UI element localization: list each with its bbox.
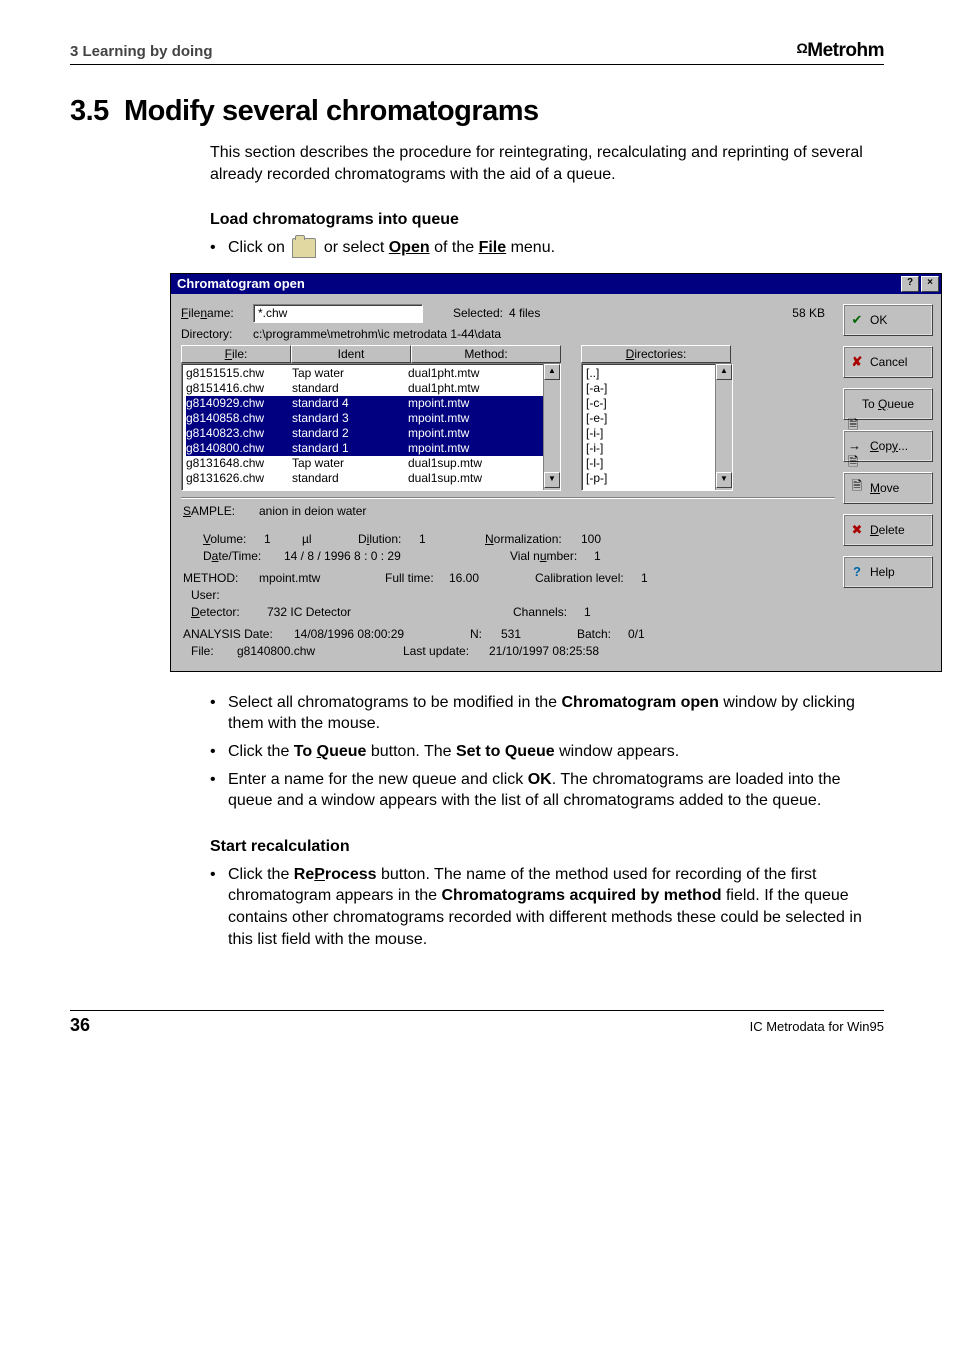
open-folder-icon	[292, 238, 316, 258]
help-button[interactable]: ?Help	[843, 556, 933, 588]
dirs-scrollbar[interactable]: ▲▼	[715, 364, 732, 490]
section-heading: 3.5 Modify several chromatograms	[70, 95, 884, 128]
file-label: File:	[191, 644, 231, 658]
intro-paragraph: This section describes the procedure for…	[210, 142, 884, 185]
delete-icon: ✖	[848, 522, 866, 538]
filename-input[interactable]: *.chw	[253, 304, 423, 323]
close-titlebar-button[interactable]: ×	[921, 276, 939, 292]
help-titlebar-button[interactable]: ?	[901, 276, 919, 292]
selected-value: 4 files	[509, 306, 579, 320]
bullet-3: • Click the To Queue button. The Set to …	[210, 741, 884, 763]
directory-value: c:\programme\metrohm\ic metrodata 1-44\d…	[253, 327, 501, 341]
col-dirs-header[interactable]: Directories:	[581, 345, 731, 363]
col-ident-header[interactable]: Ident	[291, 345, 411, 363]
subheading-load: Load chromatograms into queue	[210, 211, 884, 229]
n-label: N:	[470, 627, 495, 641]
dialog-chromatogram-open: Chromatogram open ? × Filename: *.chw Se…	[170, 273, 942, 672]
sample-label: SAMPLE:	[183, 504, 253, 518]
volume-label: Volume:	[203, 532, 258, 546]
file-scrollbar[interactable]: ▲▼	[543, 364, 560, 490]
x-icon: ✘	[848, 354, 866, 370]
detector-label: Detector:	[191, 605, 261, 619]
datetime-label: Date/Time:	[203, 549, 278, 563]
col-method-header[interactable]: Method:	[411, 345, 561, 363]
bullet-5: • Click the ReProcess button. The name o…	[210, 864, 884, 950]
subheading-start: Start recalculation	[210, 838, 884, 856]
vial-label: Vial number:	[510, 549, 588, 563]
size-value: 58 KB	[579, 306, 835, 320]
user-label: User:	[191, 588, 220, 602]
normalization-label: Normalization:	[485, 532, 575, 546]
col-file-header[interactable]: File:	[181, 345, 291, 363]
move-button[interactable]: 🗎Move	[843, 472, 933, 504]
page-number: 36	[70, 1015, 90, 1036]
ok-button[interactable]: ✔OK	[843, 304, 933, 336]
bullet-4: • Enter a name for the new queue and cli…	[210, 769, 884, 812]
analysis-label: ANALYSIS Date:	[183, 627, 288, 641]
file-listbox[interactable]: g8151515.chwTap waterdual1pht.mtw g81514…	[181, 363, 561, 491]
directory-label: Directory:	[181, 327, 253, 341]
check-icon: ✔	[848, 312, 866, 328]
bullet-2: • Select all chromatograms to be modifie…	[210, 692, 884, 735]
move-icon: 🗎	[848, 480, 866, 496]
cancel-button[interactable]: ✘Cancel	[843, 346, 933, 378]
delete-button[interactable]: ✖Delete	[843, 514, 933, 546]
batch-label: Batch:	[577, 627, 622, 641]
sample-value: anion in deion water	[259, 504, 366, 518]
dilution-label: Dilution:	[358, 532, 413, 546]
selected-label: Selected:	[423, 306, 503, 320]
copy-button[interactable]: 🗎→🗎Copy...	[843, 430, 933, 462]
fulltime-label: Full time:	[385, 571, 443, 585]
brand-logo: ΩMetrohm	[797, 40, 884, 62]
calib-label: Calibration level:	[535, 571, 635, 585]
help-icon: ?	[848, 564, 866, 580]
channels-label: Channels:	[513, 605, 578, 619]
footer-right: IC Metrodata for Win95	[750, 1019, 884, 1034]
dialog-title: Chromatogram open	[177, 276, 305, 291]
copy-icon: 🗎→🗎	[848, 438, 866, 454]
lastupdate-label: Last update:	[403, 644, 483, 658]
chapter-label: 3 Learning by doing	[70, 43, 213, 60]
filename-label: Filename:	[181, 306, 253, 320]
method-label: METHOD:	[183, 571, 253, 585]
bullet-1: • Click on or select Open of the File me…	[210, 237, 884, 259]
dirs-listbox[interactable]: [..] [-a-] [-c-] [-e-] [-i-] [-i-] [-l-]…	[581, 363, 733, 491]
to-queue-button[interactable]: To Queue	[843, 388, 933, 420]
